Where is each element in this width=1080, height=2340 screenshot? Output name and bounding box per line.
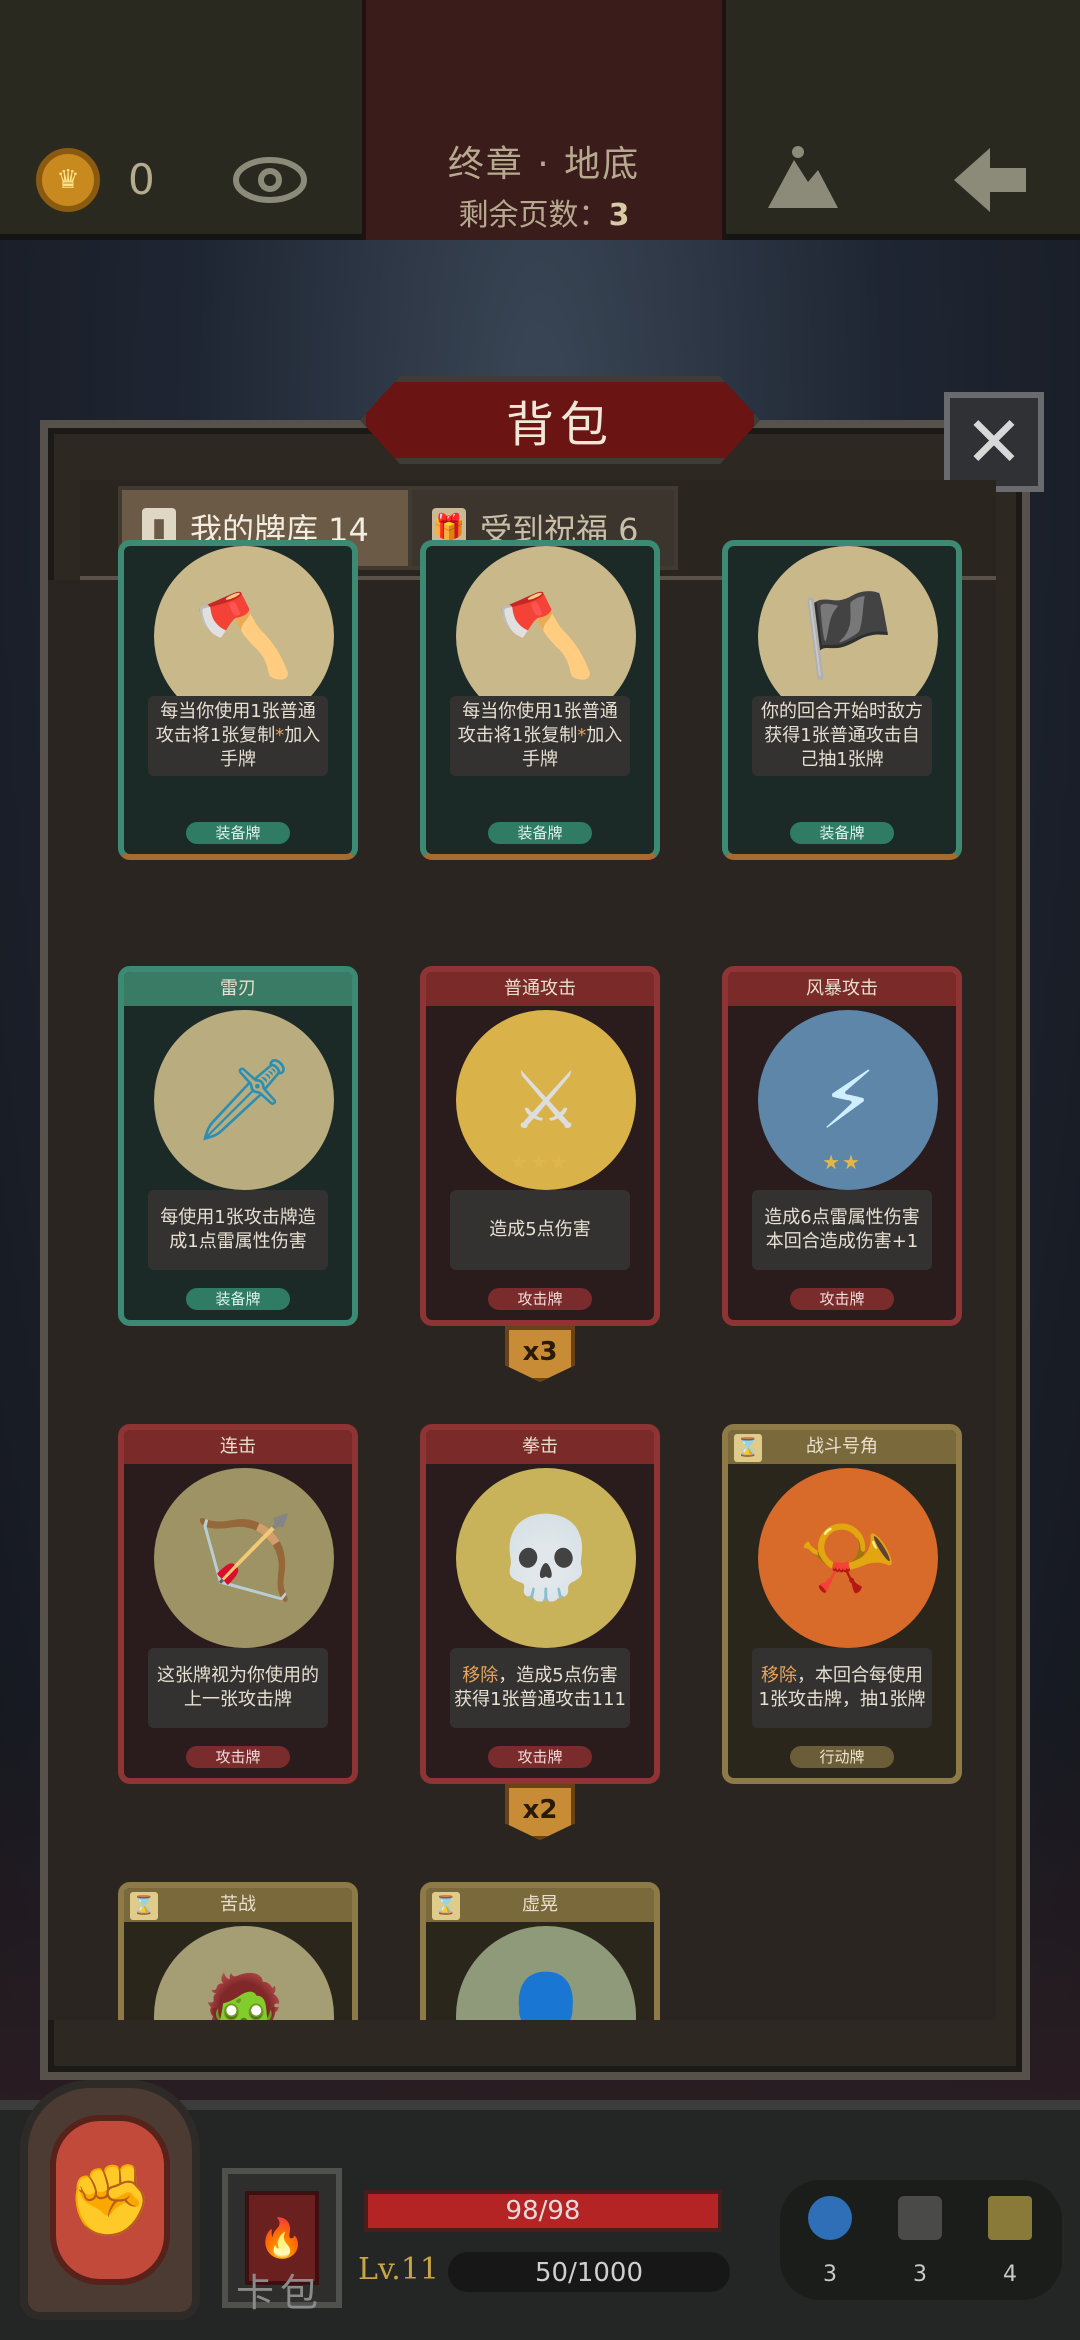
- potion-icon: [808, 2196, 852, 2240]
- card-item[interactable]: 🪓 每当你使用1张普通攻击将1张复制*加入手牌 装备牌: [420, 540, 660, 860]
- card-name: 拳击: [426, 1430, 654, 1464]
- card-art: 📯: [758, 1468, 938, 1648]
- close-icon: ✕: [964, 401, 1024, 483]
- card-count-badge: x3: [505, 1326, 575, 1382]
- card-item[interactable]: 普通攻击 ⚔ ★★★ 造成5点伤害 攻击牌: [420, 966, 660, 1326]
- card-description: 这张牌视为你使用的上一张攻击牌: [148, 1648, 328, 1728]
- resource-potion[interactable]: 3: [800, 2196, 860, 2287]
- card-description: 造成6点雷属性伤害本回合造成伤害+1: [752, 1190, 932, 1270]
- top-bar: ♛ 0 终章 · 地底 剩余页数：3: [0, 0, 1080, 240]
- resource-count: 3: [823, 2262, 837, 2287]
- card-item[interactable]: 连击 🏹 这张牌视为你使用的上一张攻击牌 攻击牌: [118, 1424, 358, 1784]
- card-type-badge: 装备牌: [186, 822, 290, 844]
- card-description: 你的回合开始时敌方获得1张普通攻击自己抽1张牌: [752, 696, 932, 776]
- card-description: 移除，造成5点伤害获得1张普通攻击111: [450, 1648, 630, 1728]
- card-item[interactable]: 🪓 每当你使用1张普通攻击将1张复制*加入手牌 装备牌: [118, 540, 358, 860]
- card-description: 造成5点伤害: [450, 1190, 630, 1270]
- card-name: 连击: [124, 1430, 352, 1464]
- card-type-badge: 攻击牌: [790, 1288, 894, 1310]
- card-name: 战斗号角: [728, 1430, 956, 1464]
- chapter-panel: 终章 · 地底 剩余页数：3: [362, 0, 726, 240]
- card-item[interactable]: 雷刃 🗡 每使用1张攻击牌造成1点雷属性伤害 装备牌: [118, 966, 358, 1326]
- card-type-badge: 行动牌: [790, 1746, 894, 1768]
- card-art: 🏹: [154, 1468, 334, 1648]
- card-description: 每当你使用1张普通攻击将1张复制*加入手牌: [148, 696, 328, 776]
- deck-label: 卡包: [236, 2271, 325, 2315]
- card-type-badge: 装备牌: [488, 822, 592, 844]
- card-art: 🧟: [154, 1926, 334, 2020]
- hourglass-icon: ⌛: [734, 1434, 762, 1462]
- card-description: 移除，本回合每使用1张攻击牌，抽1张牌: [752, 1648, 932, 1728]
- resource-hourglass[interactable]: 3: [890, 2196, 950, 2287]
- card-art: 💀: [456, 1468, 636, 1648]
- resource-panel: 3 3 4: [780, 2180, 1062, 2300]
- card-count-badge: x2: [505, 1784, 575, 1840]
- card-name: 虚晃: [426, 1888, 654, 1922]
- cards-icon: [988, 2196, 1032, 2240]
- card-art: 🗡: [154, 1010, 334, 1190]
- card-name: 雷刃: [124, 972, 352, 1006]
- close-button[interactable]: ✕: [944, 392, 1044, 492]
- hp-text: 98/98: [505, 2196, 581, 2226]
- card-description: 每当你使用1张普通攻击将1张复制*加入手牌: [450, 696, 630, 776]
- remaining-pages-value: 3: [608, 198, 630, 233]
- card-description: 每使用1张攻击牌造成1点雷属性伤害: [148, 1190, 328, 1270]
- card-item[interactable]: 风暴攻击 ⚡ ★★ 造成6点雷属性伤害本回合造成伤害+1 攻击牌: [722, 966, 962, 1326]
- card-grid[interactable]: 🪓 每当你使用1张普通攻击将1张复制*加入手牌 装备牌 🪓 每当你使用1张普通攻…: [48, 540, 996, 2020]
- character-button[interactable]: ✊: [20, 2080, 200, 2320]
- hourglass-icon: ⌛: [130, 1892, 158, 1920]
- card-name: 风暴攻击: [728, 972, 956, 1006]
- resource-count: 4: [1003, 2262, 1017, 2287]
- resource-cards[interactable]: 4: [980, 2196, 1040, 2287]
- chapter-title: 终章 · 地底: [447, 144, 641, 185]
- card-type-badge: 装备牌: [186, 1288, 290, 1310]
- fist-icon: ✊: [50, 2115, 170, 2285]
- xp-bar: 50/1000: [448, 2252, 730, 2292]
- resource-count: 3: [913, 2262, 927, 2287]
- hourglass-icon: ⌛: [432, 1892, 460, 1920]
- coin-count: 0: [128, 155, 155, 204]
- hp-bar: 98/98: [364, 2190, 722, 2232]
- back-arrow-icon[interactable]: [950, 140, 1030, 220]
- card-item[interactable]: 虚晃 ⌛ 👤: [420, 1882, 660, 2020]
- card-item[interactable]: 拳击 💀 移除，造成5点伤害获得1张普通攻击111 攻击牌: [420, 1424, 660, 1784]
- card-stars: ★★★: [510, 1150, 570, 1174]
- panel-title: 背包: [360, 376, 760, 464]
- card-item[interactable]: 🏴 你的回合开始时敌方获得1张普通攻击自己抽1张牌 装备牌: [722, 540, 962, 860]
- card-type-badge: 装备牌: [790, 822, 894, 844]
- map-icon[interactable]: [764, 142, 842, 212]
- remaining-pages: 剩余页数：3: [458, 198, 630, 233]
- crown-coin-icon: ♛: [36, 148, 100, 212]
- card-item[interactable]: 苦战 ⌛ 🧟: [118, 1882, 358, 2020]
- xp-text: 50/1000: [534, 2258, 643, 2288]
- card-type-badge: 攻击牌: [186, 1746, 290, 1768]
- card-item[interactable]: 战斗号角 ⌛ 📯 移除，本回合每使用1张攻击牌，抽1张牌 行动牌: [722, 1424, 962, 1784]
- card-name: 苦战: [124, 1888, 352, 1922]
- card-type-badge: 攻击牌: [488, 1288, 592, 1310]
- eye-icon[interactable]: [232, 150, 308, 210]
- level-label: Lv.11: [358, 2252, 440, 2287]
- card-name: 普通攻击: [426, 972, 654, 1006]
- card-art: 👤: [456, 1926, 636, 2020]
- hourglass-icon: [898, 2196, 942, 2240]
- card-stars: ★★: [822, 1150, 862, 1174]
- card-type-badge: 攻击牌: [488, 1746, 592, 1768]
